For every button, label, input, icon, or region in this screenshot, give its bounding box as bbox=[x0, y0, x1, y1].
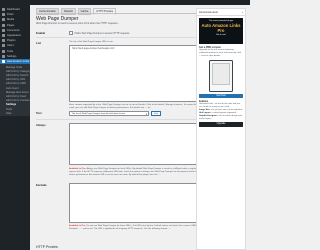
sidebar-item-label: Auto Amazon Links bbox=[7, 59, 30, 63]
promo-line-2: Auto Amazon Links Pro bbox=[201, 23, 241, 33]
test-label: Test bbox=[36, 111, 42, 115]
list-help: The list of the Web Page Dumper URL to u… bbox=[69, 41, 114, 43]
pro-text: Upgrade to the full version featuring un… bbox=[199, 49, 242, 57]
pin-icon bbox=[2, 13, 5, 17]
exclude-help-text: Do not use Web Page Dumper for these URL… bbox=[69, 225, 208, 230]
wrench-icon bbox=[2, 49, 5, 53]
upgrade-button[interactable]: Upgrade bbox=[199, 122, 243, 127]
sidebar-item-label: Tools bbox=[7, 49, 14, 53]
chevron-up-icon[interactable]: ▴ bbox=[242, 11, 243, 14]
sidebar-submenu: Manage Units Add Unit by Category Add Unit… bbox=[0, 64, 30, 117]
brush-icon bbox=[2, 34, 5, 38]
list-textarea[interactable]: https://web-page-dumper.herokuapp.com/ bbox=[69, 45, 208, 102]
announcements-panel: Announcements ▴ The most powerful plugin… bbox=[196, 8, 246, 250]
feature-name: Graphic Designers bbox=[199, 114, 218, 117]
feature-line: Graphic Designers - for an easier design… bbox=[197, 115, 245, 121]
promo-line-3: Get it now! bbox=[216, 34, 226, 36]
enable-label: Enable bbox=[36, 31, 46, 35]
test-select[interactable]: The list of Web Page Dumper from the lis… bbox=[69, 111, 149, 116]
main-content: Authentication Default Cache HTTP Proxies W… bbox=[31, 5, 213, 250]
enable-checkbox[interactable] bbox=[69, 31, 74, 36]
pro-badge: Available in Pro. bbox=[69, 168, 86, 170]
sidebar-item-label: Settings bbox=[7, 54, 17, 58]
comment-icon bbox=[2, 28, 5, 32]
list-label: List bbox=[36, 41, 41, 45]
test-button[interactable]: Test bbox=[151, 111, 161, 116]
feature-text: - custom layouts supported. bbox=[211, 111, 237, 114]
sidebar-item-label: Appearance bbox=[7, 34, 21, 38]
feature-text: - the pictures size can be adjusted. bbox=[210, 109, 243, 112]
users-icon bbox=[2, 44, 5, 48]
settings-icon bbox=[2, 54, 5, 58]
panel-header[interactable]: Announcements ▴ bbox=[197, 9, 245, 16]
always-help: Available in Pro. Always use Web Page Du… bbox=[69, 168, 208, 177]
page-icon bbox=[2, 23, 5, 27]
section-http-proxies: HTTP Proxies bbox=[36, 245, 58, 249]
test-select-value: The list of Web Page Dumper from the lis… bbox=[71, 112, 125, 115]
sidebar-item-label: Posts bbox=[7, 13, 14, 17]
list-notes: Enter comma separated by a line. Web Pag… bbox=[69, 104, 204, 109]
plugin-icon bbox=[2, 39, 5, 43]
always-textarea[interactable] bbox=[69, 123, 208, 165]
amazon-icon bbox=[2, 59, 5, 63]
pro-badge: Available in Pro. bbox=[69, 225, 86, 227]
always-help-text: Always use Web Page Dumper for fetch URL… bbox=[69, 168, 208, 176]
get-now-button[interactable]: Get Now! bbox=[199, 93, 243, 99]
submenu-item[interactable]: Help bbox=[0, 111, 30, 115]
ereader-image bbox=[209, 59, 233, 92]
exclude-help: Available in Pro. Do not use Web Page Du… bbox=[69, 225, 208, 231]
panel-title: Announcements bbox=[199, 10, 218, 14]
feature-name: Image Size bbox=[199, 109, 210, 112]
admin-sidebar: Dashboard Posts Media Pages Comments Appearan… bbox=[0, 5, 30, 250]
page-description: Web Page Dumper is used to access store … bbox=[36, 22, 120, 25]
always-label: Always bbox=[36, 123, 46, 127]
sidebar-item-label: Media bbox=[7, 18, 15, 22]
exclude-textarea[interactable] bbox=[69, 183, 208, 223]
chevron-down-icon: ▾ bbox=[145, 112, 147, 116]
dashboard-icon bbox=[2, 8, 5, 12]
feature-name: Unit Layout bbox=[199, 111, 211, 114]
sidebar-item-label: Pages bbox=[7, 23, 15, 27]
enable-checkbox-text: Utilize Web Page Dumper to access HTTP r… bbox=[74, 31, 130, 35]
media-icon bbox=[2, 18, 5, 22]
sidebar-item-label: Comments bbox=[7, 28, 20, 32]
sidebar-item-label: Dashboard bbox=[7, 8, 20, 12]
enable-option[interactable]: Utilize Web Page Dumper to access HTTP r… bbox=[69, 31, 130, 36]
sidebar-item-label: Plugins bbox=[7, 39, 16, 43]
promo-line-1: The most powerful plugin bbox=[208, 20, 234, 22]
exclude-label: Exclude bbox=[36, 183, 47, 187]
promo-banner[interactable]: The most powerful plugin Auto Amazon Lin… bbox=[199, 18, 243, 44]
sidebar-item-label: Users bbox=[7, 44, 14, 48]
